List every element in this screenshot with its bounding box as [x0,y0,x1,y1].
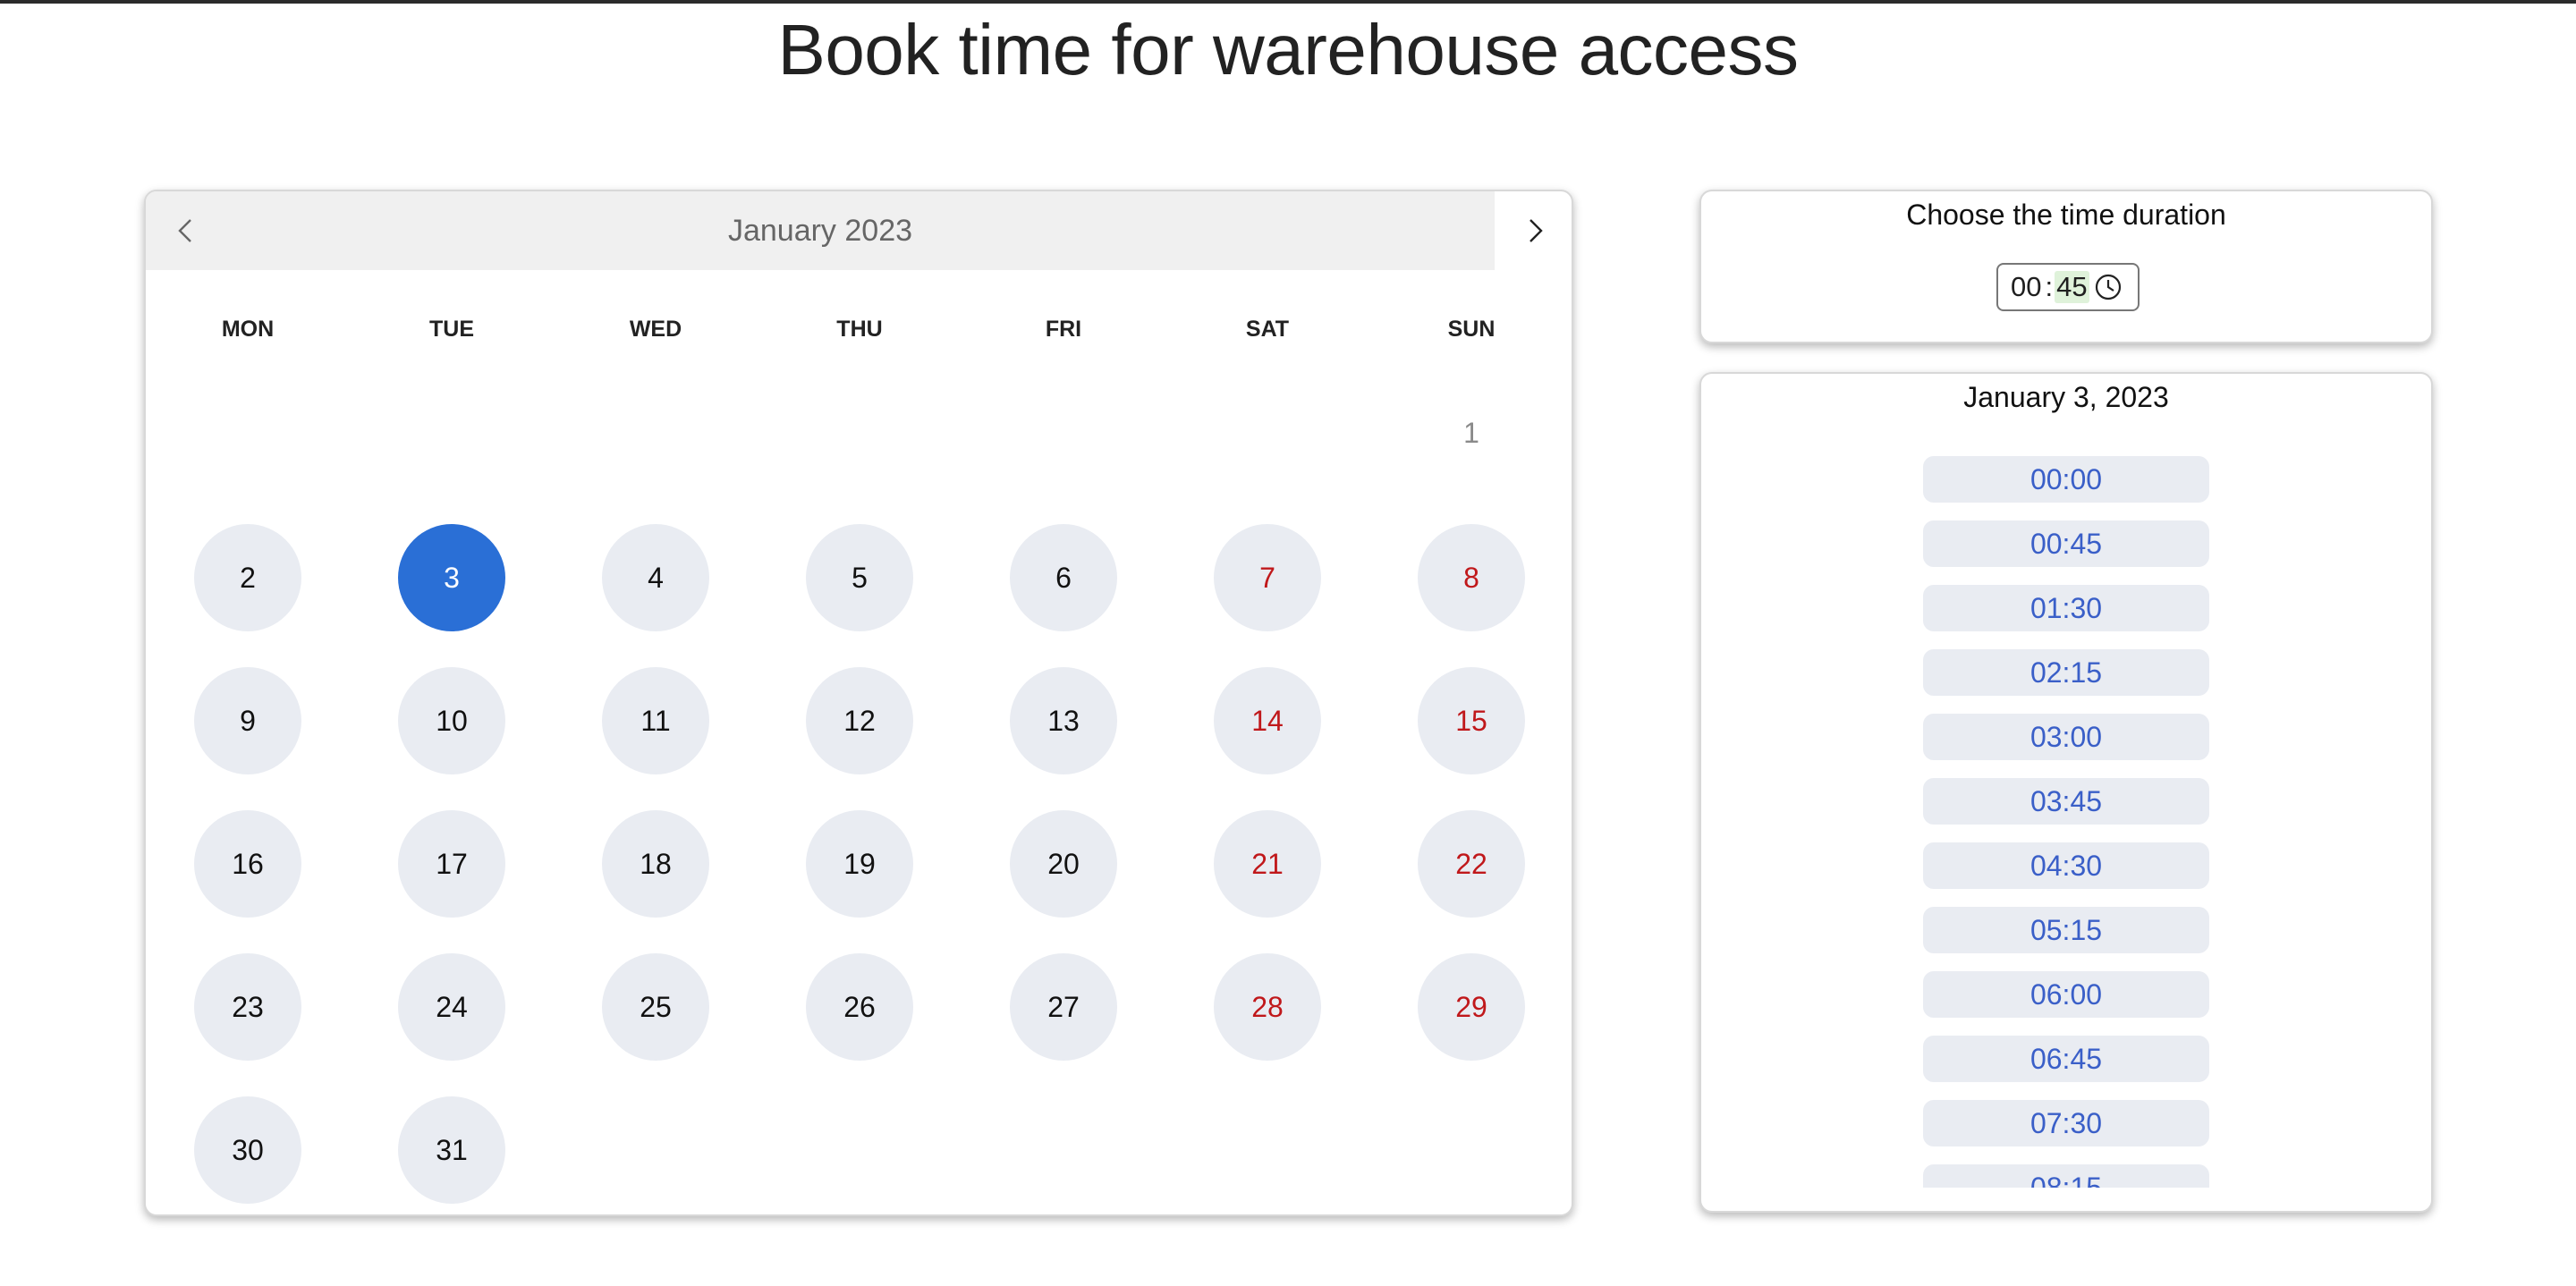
time-slot-button[interactable]: 03:45 [1923,778,2209,825]
calendar-day-13[interactable]: 13 [1010,667,1117,774]
calendar-day-26[interactable]: 26 [806,953,913,1061]
calendar-day-14[interactable]: 14 [1214,667,1321,774]
calendar-day-18[interactable]: 18 [602,810,709,918]
calendar-day-25[interactable]: 25 [602,953,709,1061]
calendar-day-9[interactable]: 9 [194,667,301,774]
time-slot-button[interactable]: 00:45 [1923,520,2209,567]
calendar-day-23[interactable]: 23 [194,953,301,1061]
calendar-day-28[interactable]: 28 [1214,953,1321,1061]
calendar-day-22[interactable]: 22 [1418,810,1525,918]
weekday-fri: FRI [1045,317,1082,342]
duration-input[interactable]: 00 : 45 [1996,263,2140,311]
calendar-day-24[interactable]: 24 [398,953,505,1061]
calendar-day-19[interactable]: 19 [806,810,913,918]
time-slots-panel: January 3, 2023 00:00 00:45 01:30 02:15 03:0… [1699,372,2433,1213]
weekday-thu: THU [836,317,883,342]
calendar-day-16[interactable]: 16 [194,810,301,918]
page-title: Book time for warehouse access [777,10,1799,89]
time-slot-button[interactable]: 06:00 [1923,971,2209,1018]
calendar-day-27[interactable]: 27 [1010,953,1117,1061]
calendar-day-8[interactable]: 8 [1418,524,1525,631]
weekday-header: MON TUE WED THU FRI SAT SUN [146,317,1572,352]
calendar-day-4[interactable]: 4 [602,524,709,631]
duration-panel: Choose the time duration 00 : 45 [1699,190,2433,343]
duration-title: Choose the time duration [1906,199,2226,231]
calendar-day-17[interactable]: 17 [398,810,505,918]
clock-icon[interactable] [2093,272,2123,302]
calendar-day-12[interactable]: 12 [806,667,913,774]
time-slot-button[interactable]: 02:15 [1923,649,2209,696]
weekday-wed: WED [629,317,682,342]
time-slot-button[interactable]: 08:15 [1923,1164,2209,1188]
calendar-day-15[interactable]: 15 [1418,667,1525,774]
calendar-day-10[interactable]: 10 [398,667,505,774]
calendar-day-29[interactable]: 29 [1418,953,1525,1061]
weekday-sat: SAT [1245,317,1290,342]
weekday-sun: SUN [1447,317,1496,342]
time-slot-button[interactable]: 05:15 [1923,907,2209,953]
time-slot-button[interactable]: 00:00 [1923,456,2209,503]
calendar: January 2023 MON TUE WED THU FRI SAT SUN 12345… [144,190,1573,1216]
calendar-day-7[interactable]: 7 [1214,524,1321,631]
time-slot-button[interactable]: 06:45 [1923,1036,2209,1082]
calendar-day-20[interactable]: 20 [1010,810,1117,918]
next-month-button[interactable] [1495,191,1572,270]
calendar-day-6[interactable]: 6 [1010,524,1117,631]
time-slot-button[interactable]: 07:30 [1923,1100,2209,1146]
time-slot-button[interactable]: 04:30 [1923,842,2209,889]
calendar-day-30[interactable]: 30 [194,1096,301,1204]
calendar-day-3[interactable]: 3 [398,524,505,631]
weekday-mon: MON [221,317,275,342]
weekday-tue: TUE [429,317,474,342]
time-separator: : [2045,271,2054,302]
time-slot-list[interactable]: 00:00 00:45 01:30 02:15 03:00 03:45 04:30 05:15… [1701,456,2431,1188]
chevron-right-icon [1530,219,1543,242]
duration-hours[interactable]: 00 [2009,271,2043,303]
selected-date-label: January 3, 2023 [1963,381,2169,413]
month-label: January 2023 [727,214,913,248]
top-border [0,0,2576,4]
calendar-day-5[interactable]: 5 [806,524,913,631]
duration-minutes[interactable]: 45 [2055,271,2089,303]
calendar-day-31[interactable]: 31 [398,1096,505,1204]
calendar-navigation: January 2023 [146,191,1495,270]
time-slot-button[interactable]: 01:30 [1923,585,2209,631]
time-slot-button[interactable]: 03:00 [1923,714,2209,760]
calendar-day-11[interactable]: 11 [602,667,709,774]
calendar-day-2[interactable]: 2 [194,524,301,631]
calendar-day-1: 1 [1463,416,1479,449]
calendar-day-21[interactable]: 21 [1214,810,1321,918]
